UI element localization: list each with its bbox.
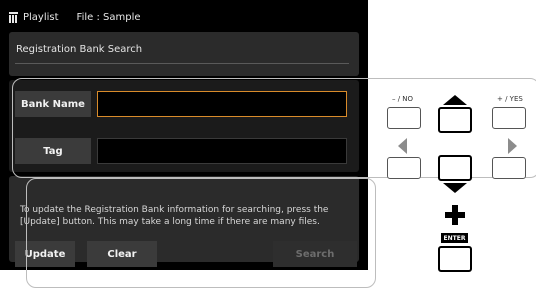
right-arrow-icon bbox=[508, 138, 517, 154]
left-arrow-icon bbox=[398, 138, 407, 154]
no-label: – / NO bbox=[392, 95, 414, 103]
info-callout-frame bbox=[26, 178, 376, 288]
file-name: File : Sample bbox=[76, 11, 141, 23]
down-arrow-icon bbox=[443, 183, 467, 193]
no-button[interactable] bbox=[387, 107, 421, 129]
yes-label: + / YES bbox=[497, 95, 523, 103]
up-button[interactable] bbox=[438, 107, 472, 133]
up-arrow-icon bbox=[443, 95, 467, 105]
divider bbox=[15, 63, 349, 64]
plus-icon bbox=[445, 205, 465, 225]
playlist-title: Playlist bbox=[23, 11, 59, 23]
title-bar: Playlist File : Sample bbox=[9, 6, 359, 28]
right-button[interactable] bbox=[492, 157, 526, 179]
yes-button[interactable] bbox=[492, 107, 526, 129]
down-button[interactable] bbox=[438, 155, 472, 181]
panel-title: Registration Bank Search bbox=[16, 44, 143, 55]
enter-label: ENTER bbox=[441, 233, 468, 243]
panel-header: Registration Bank Search bbox=[9, 32, 359, 76]
left-button[interactable] bbox=[387, 157, 421, 179]
playlist-icon bbox=[9, 11, 18, 23]
enter-button[interactable] bbox=[438, 246, 472, 272]
